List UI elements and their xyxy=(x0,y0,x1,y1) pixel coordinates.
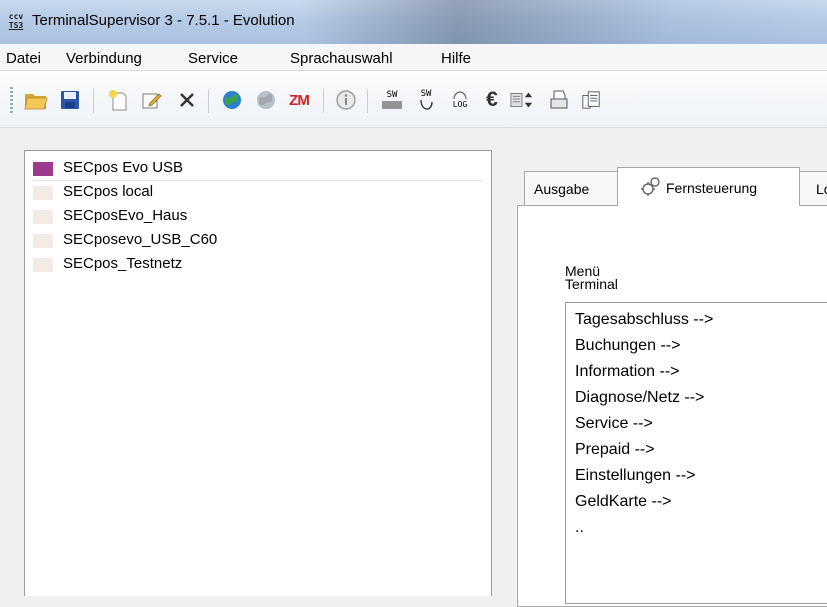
open-folder-icon[interactable] xyxy=(24,88,48,112)
log-label: LOG xyxy=(452,100,468,109)
terminal-list: SECpos Evo USB SECpos local SECposEvo_Ha… xyxy=(24,150,492,596)
sw-update-label: SW xyxy=(420,88,432,99)
tab-label: Ausgabe xyxy=(534,181,590,197)
terminal-item-secpos-local[interactable]: SECpos local xyxy=(33,182,483,204)
terminal-item-secposevo-usb-c60[interactable]: SECposevo_USB_C60 xyxy=(33,230,483,252)
toolbar-separator xyxy=(367,89,368,113)
app-icon: ccv TS3 xyxy=(6,12,26,32)
terminal-color-swatch xyxy=(33,162,53,176)
app-icon-bottom: TS3 xyxy=(8,21,24,30)
app-icon-top: ccv xyxy=(8,12,24,21)
tab-fernsteuerung[interactable]: Fernsteuerung xyxy=(617,167,800,206)
edit-icon[interactable] xyxy=(140,88,164,112)
menu-hilfe[interactable]: Hilfe xyxy=(441,50,471,67)
menu-item-information[interactable]: Information --> xyxy=(575,363,679,381)
menu-item-geldkarte[interactable]: GeldKarte --> xyxy=(575,493,671,511)
disconnect-globe-icon[interactable] xyxy=(254,88,278,112)
sw-update-icon[interactable]: SW xyxy=(414,88,438,112)
zm-icon[interactable]: ZM xyxy=(284,88,314,112)
menu-bar: Datei Verbindung Service Sprachauswahl H… xyxy=(0,44,827,71)
transfer-icon[interactable] xyxy=(510,88,534,112)
menu-item-service[interactable]: Service --> xyxy=(575,415,653,433)
log-icon[interactable]: LOG xyxy=(448,88,472,112)
toolbar: ZM SW SW LOG € xyxy=(0,71,827,128)
menu-item-buchungen[interactable]: Buchungen --> xyxy=(575,337,680,355)
toolbar-grip[interactable] xyxy=(10,87,13,115)
tab-log[interactable]: Lo xyxy=(799,171,827,206)
terminal-item-secpos-evo-usb[interactable]: SECpos Evo USB xyxy=(33,158,483,181)
title-bar: ccv TS3 TerminalSupervisor 3 - 7.5.1 - E… xyxy=(0,0,827,44)
terminal-item-label: SECposEvo_Haus xyxy=(63,207,188,224)
menu-item-prepaid[interactable]: Prepaid --> xyxy=(575,441,655,459)
terminal-item-label: SECpos_Testnetz xyxy=(63,255,183,272)
menu-verbindung[interactable]: Verbindung xyxy=(66,50,142,67)
euro-label: € xyxy=(486,88,498,111)
info-icon[interactable] xyxy=(334,88,358,112)
title-bar-glow xyxy=(300,0,827,44)
menu-datei[interactable]: Datei xyxy=(6,50,41,67)
terminal-item-label: SECposevo_USB_C60 xyxy=(63,231,218,248)
menu-sprachauswahl[interactable]: Sprachauswahl xyxy=(290,50,393,67)
terminal-item-label: SECpos Evo USB xyxy=(63,159,184,176)
menu-item-back[interactable]: .. xyxy=(575,519,584,537)
terminal-item-label: SECpos local xyxy=(63,183,154,200)
terminal-color-swatch xyxy=(33,234,53,248)
toolbar-separator xyxy=(208,89,209,113)
terminal-item-secposevo-haus[interactable]: SECposEvo_Haus xyxy=(33,206,483,228)
zm-label: ZM xyxy=(289,91,310,109)
tab-label: Lo xyxy=(816,181,827,197)
delete-icon[interactable] xyxy=(175,88,199,112)
menu-service[interactable]: Service xyxy=(188,50,238,67)
menu-item-einstellungen[interactable]: Einstellungen --> xyxy=(575,467,696,485)
terminal-item-secpos-testnetz[interactable]: SECpos_Testnetz xyxy=(33,254,483,276)
remote-control-icon xyxy=(640,176,662,199)
tab-ausgabe[interactable]: Ausgabe xyxy=(524,171,618,206)
terminal-color-swatch xyxy=(33,258,53,272)
toolbar-separator xyxy=(93,89,94,113)
terminal-menu-list: Tagesabschluss --> Buchungen --> Informa… xyxy=(565,302,827,604)
tab-label: Fernsteuerung xyxy=(666,180,758,196)
printer-icon[interactable] xyxy=(547,88,571,112)
menu-item-tagesabschluss[interactable]: Tagesabschluss --> xyxy=(575,311,713,329)
save-icon[interactable] xyxy=(58,88,82,112)
window-title: TerminalSupervisor 3 - 7.5.1 - Evolution xyxy=(32,12,295,29)
toolbar-separator xyxy=(323,89,324,113)
connect-globe-icon[interactable] xyxy=(220,88,244,112)
sw-download-label: SW xyxy=(386,89,398,100)
terminal-color-swatch xyxy=(33,186,53,200)
terminal-color-swatch xyxy=(33,210,53,224)
terminal-heading: Terminal xyxy=(565,276,618,292)
euro-icon[interactable]: € xyxy=(480,88,504,112)
sw-download-icon[interactable]: SW xyxy=(380,88,404,112)
menu-item-diagnose-netz[interactable]: Diagnose/Netz --> xyxy=(575,389,704,407)
new-icon[interactable] xyxy=(106,88,130,112)
report-icon[interactable] xyxy=(581,88,601,112)
